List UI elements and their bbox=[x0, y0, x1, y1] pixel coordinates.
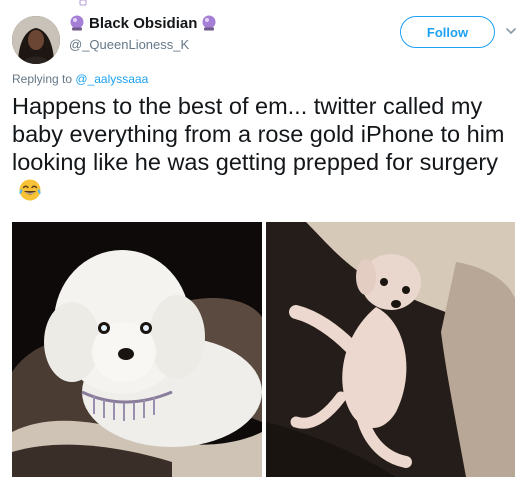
follow-button[interactable]: Follow bbox=[400, 16, 495, 48]
author-display-name[interactable]: Black Obsidian bbox=[89, 15, 197, 32]
tweet-body: Happens to the best of em... twitter cal… bbox=[12, 93, 505, 175]
author-name-row[interactable]: Black Obsidian bbox=[68, 12, 218, 34]
replying-mention-link[interactable]: @_aalyssaaa bbox=[75, 72, 148, 86]
avatar[interactable] bbox=[12, 16, 60, 64]
tweet-header: Black Obsidian @_QueenLioness_K Follow bbox=[12, 6, 518, 66]
replying-prefix: Replying to bbox=[12, 72, 73, 86]
tweet-text: Happens to the best of em... twitter cal… bbox=[12, 92, 517, 204]
replying-to: Replying to @_aalyssaaa bbox=[12, 72, 148, 86]
photo-shaved-dog[interactable] bbox=[265, 222, 515, 477]
tears-of-joy-icon bbox=[18, 178, 42, 202]
media-grid bbox=[12, 222, 515, 477]
chevron-down-icon[interactable] bbox=[504, 24, 518, 38]
author-handle[interactable]: @_QueenLioness_K bbox=[69, 37, 189, 52]
crystal-ball-icon bbox=[68, 14, 86, 32]
photo-fluffy-dog[interactable] bbox=[12, 222, 262, 477]
crystal-ball-icon bbox=[200, 14, 218, 32]
